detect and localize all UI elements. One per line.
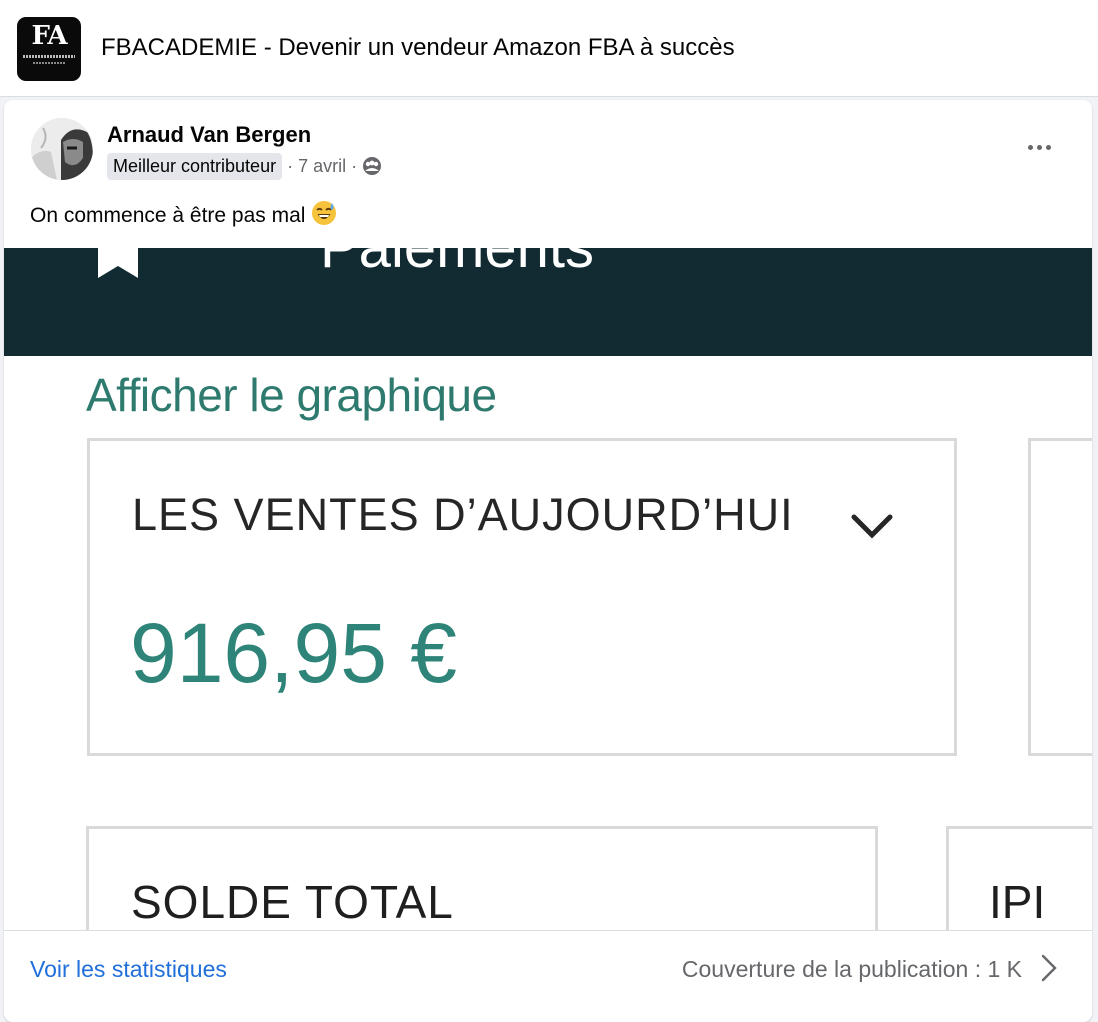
total-balance-card: SOLDE TOTAL — [86, 826, 878, 930]
payments-header: Paiements — [4, 248, 1092, 356]
payments-label: Paiements — [320, 248, 594, 281]
group-audience-icon — [362, 156, 382, 176]
logo-fine-print — [23, 55, 75, 58]
logo-fine-print-2 — [33, 62, 65, 64]
author-name[interactable]: Arnaud Van Bergen — [107, 122, 311, 148]
post-date[interactable]: 7 avril — [298, 156, 346, 177]
author-avatar[interactable] — [31, 118, 93, 180]
total-balance-label: SOLDE TOTAL — [131, 876, 454, 928]
todays-sales-value: 916,95 € — [130, 606, 457, 700]
post-card: Arnaud Van Bergen Meilleur contributeur … — [4, 100, 1092, 1022]
meta-separator: · — [287, 155, 294, 176]
post-meta: Meilleur contributeur · 7 avril · — [107, 150, 382, 182]
side-card — [1028, 438, 1092, 756]
post-body: On commence à être pas mal — [30, 204, 306, 227]
post-reach[interactable]: Couverture de la publication : 1 K — [682, 956, 1022, 983]
ipi-label: IPI — [989, 876, 1046, 928]
todays-sales-label: LES VENTES D’AUJOURD’HUI — [132, 489, 794, 540]
group-logo-text: FA — [31, 21, 67, 51]
more-options-icon — [1027, 144, 1033, 150]
contributor-badge: Meilleur contributeur — [107, 152, 283, 180]
more-options-icon-dot — [1045, 144, 1051, 150]
post-text: On commence à être pas mal — [30, 200, 337, 232]
group-logo[interactable]: FA — [17, 17, 81, 81]
group-title[interactable]: FBACADEMIE - Devenir un vendeur Amazon F… — [101, 34, 735, 62]
more-options-button[interactable] — [1014, 132, 1064, 162]
todays-sales-card: LES VENTES D’AUJOURD’HUI 916,95 € — [87, 438, 957, 756]
bookmark-icon — [96, 248, 140, 283]
sweat-smile-emoji-icon — [311, 200, 337, 232]
ipi-card: IPI — [946, 826, 1092, 930]
view-statistics-link[interactable]: Voir les statistiques — [30, 956, 227, 983]
group-header: FA FBACADEMIE - Devenir un vendeur Amazo… — [0, 0, 1098, 97]
post-image[interactable]: Paiements Afficher le graphique LES VENT… — [4, 248, 1092, 930]
meta-separator-2: · — [351, 155, 358, 176]
chevron-right-icon[interactable] — [1040, 953, 1058, 988]
show-graph-link: Afficher le graphique — [86, 369, 497, 421]
post-footer: Voir les statistiques Couverture de la p… — [4, 930, 1092, 1022]
more-options-icon-dot — [1036, 144, 1042, 150]
chevron-down-icon — [850, 513, 894, 544]
